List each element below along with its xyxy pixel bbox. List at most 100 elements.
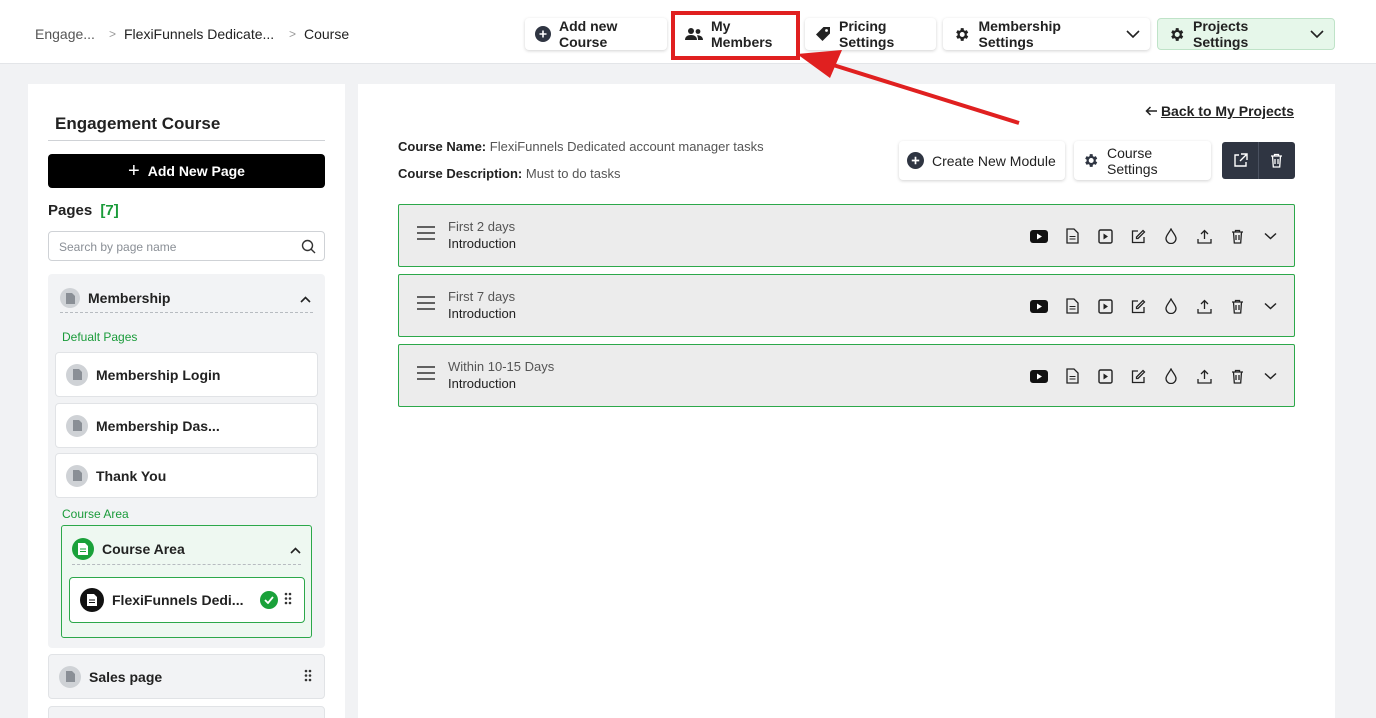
chevron-down-icon[interactable] [1260, 296, 1280, 316]
page-item-label: Membership Login [96, 366, 221, 383]
default-pages-label: Defualt Pages [62, 330, 138, 344]
edit-icon[interactable] [1128, 226, 1148, 246]
file-icon [60, 288, 80, 308]
membership-group: Membership Defualt Pages Membership Logi… [48, 274, 325, 648]
delete-course-button[interactable] [1258, 142, 1294, 179]
chevron-up-icon[interactable] [290, 541, 301, 557]
page-item-membership-dashboard[interactable]: Membership Das... [55, 403, 318, 448]
page-search-input[interactable]: Search by page name [48, 231, 325, 261]
plus-icon: + [128, 160, 140, 182]
file-icon [80, 588, 104, 612]
chevron-up-icon[interactable] [300, 290, 311, 306]
sidebar: Engagement Course + Add New Page Pages [… [28, 84, 345, 718]
module-row[interactable]: First 7 days Introduction [398, 274, 1295, 337]
chevron-down-icon [1310, 29, 1324, 39]
course-settings-button[interactable]: Course Settings [1074, 141, 1211, 180]
upload-icon[interactable] [1194, 296, 1214, 316]
file-icon [59, 665, 81, 688]
module-actions [1016, 226, 1280, 246]
chevron-down-icon[interactable] [1260, 226, 1280, 246]
membership-group-header[interactable]: Membership [60, 284, 313, 313]
edit-icon[interactable] [1128, 366, 1148, 386]
edit-icon[interactable] [1128, 296, 1148, 316]
page-item-thank-you[interactable]: Thank You [55, 453, 318, 498]
upload-icon[interactable] [1194, 366, 1214, 386]
drop-icon[interactable] [1161, 366, 1181, 386]
sales-page-label: Sales page [89, 668, 163, 685]
course-area-label: Course Area [102, 540, 185, 557]
youtube-icon[interactable] [1029, 226, 1049, 246]
create-new-module-button[interactable]: Create New Module [899, 141, 1065, 180]
breadcrumb-course: Course [304, 26, 350, 42]
drag-handle-icon[interactable] [284, 592, 292, 608]
video-play-icon[interactable] [1095, 366, 1115, 386]
chevron-down-icon[interactable] [1260, 366, 1280, 386]
page-item-sales-page[interactable]: Sales page [48, 654, 325, 699]
module-actions [1016, 366, 1280, 386]
module-actions [1016, 296, 1280, 316]
course-name-row: Course Name: FlexiFunnels Dedicated acco… [398, 139, 764, 154]
tag-icon [815, 25, 831, 43]
drop-icon[interactable] [1161, 226, 1181, 246]
course-settings-label: Course Settings [1107, 144, 1158, 177]
projects-settings-label: Projects Settings [1193, 18, 1249, 50]
course-description-label: Course Description: [398, 166, 523, 181]
add-new-page-button[interactable]: + Add New Page [48, 154, 325, 188]
trash-icon[interactable] [1227, 366, 1247, 386]
menu-drag-icon[interactable] [417, 296, 435, 315]
gear-icon [1082, 152, 1099, 169]
module-row[interactable]: Within 10-15 Days Introduction [398, 344, 1295, 407]
gear-icon [1168, 25, 1185, 43]
upload-icon[interactable] [1194, 226, 1214, 246]
trash-icon[interactable] [1227, 226, 1247, 246]
document-icon[interactable] [1062, 296, 1082, 316]
course-page-label: FlexiFunnels Dedi... [112, 592, 244, 608]
module-title: Introduction [448, 376, 516, 391]
trash-icon[interactable] [1227, 296, 1247, 316]
course-name-value: FlexiFunnels Dedicated account manager t… [489, 139, 764, 154]
drop-icon[interactable] [1161, 296, 1181, 316]
drag-handle-icon[interactable] [304, 669, 312, 685]
page-item-partial[interactable] [48, 706, 325, 718]
course-page-item[interactable]: FlexiFunnels Dedi... [69, 577, 305, 623]
menu-drag-icon[interactable] [417, 226, 435, 245]
video-play-icon[interactable] [1095, 296, 1115, 316]
module-subtitle: First 7 days [448, 289, 516, 304]
search-icon[interactable] [301, 239, 316, 257]
video-play-icon[interactable] [1095, 226, 1115, 246]
breadcrumb-separator: > [289, 27, 297, 41]
youtube-icon[interactable] [1029, 366, 1049, 386]
external-link-button[interactable] [1222, 142, 1258, 179]
external-link-icon [1233, 153, 1248, 168]
menu-drag-icon[interactable] [417, 366, 435, 385]
membership-group-label: Membership [88, 290, 171, 306]
page-item-label: Thank You [96, 467, 167, 484]
youtube-icon[interactable] [1029, 296, 1049, 316]
pricing-settings-button[interactable]: Pricing Settings [805, 18, 936, 50]
page-item-membership-login[interactable]: Membership Login [55, 352, 318, 397]
module-subtitle: Within 10-15 Days [448, 359, 555, 374]
course-actions-group [1222, 142, 1295, 179]
breadcrumb-project[interactable]: FlexiFunnels Dedicate... [124, 26, 274, 42]
add-new-course-button[interactable]: Add new Course [525, 18, 667, 50]
create-new-module-label: Create New Module [932, 152, 1056, 169]
chevron-down-icon [1126, 29, 1140, 39]
file-icon [66, 363, 88, 386]
course-area-header[interactable]: Course Area [72, 533, 301, 565]
document-icon[interactable] [1062, 366, 1082, 386]
projects-settings-dropdown[interactable]: Projects Settings [1157, 18, 1335, 50]
sidebar-title: Engagement Course [55, 114, 221, 133]
breadcrumb-separator: > [109, 27, 117, 41]
pages-heading: Pages [7] [48, 202, 119, 219]
module-row[interactable]: First 2 days Introduction [398, 204, 1295, 267]
check-circle-icon [260, 591, 278, 609]
document-icon[interactable] [1062, 226, 1082, 246]
add-new-page-label: Add New Page [147, 163, 245, 179]
course-description-row: Course Description: Must to do tasks [398, 166, 621, 181]
breadcrumb-engagement[interactable]: Engage... [35, 26, 95, 42]
trash-icon [1270, 153, 1283, 168]
back-to-projects-link[interactable]: Back to My Projects [1145, 103, 1294, 119]
membership-settings-dropdown[interactable]: Membership Settings [943, 18, 1150, 50]
course-name-label: Course Name: [398, 139, 487, 154]
pricing-settings-label: Pricing Settings [839, 18, 895, 50]
